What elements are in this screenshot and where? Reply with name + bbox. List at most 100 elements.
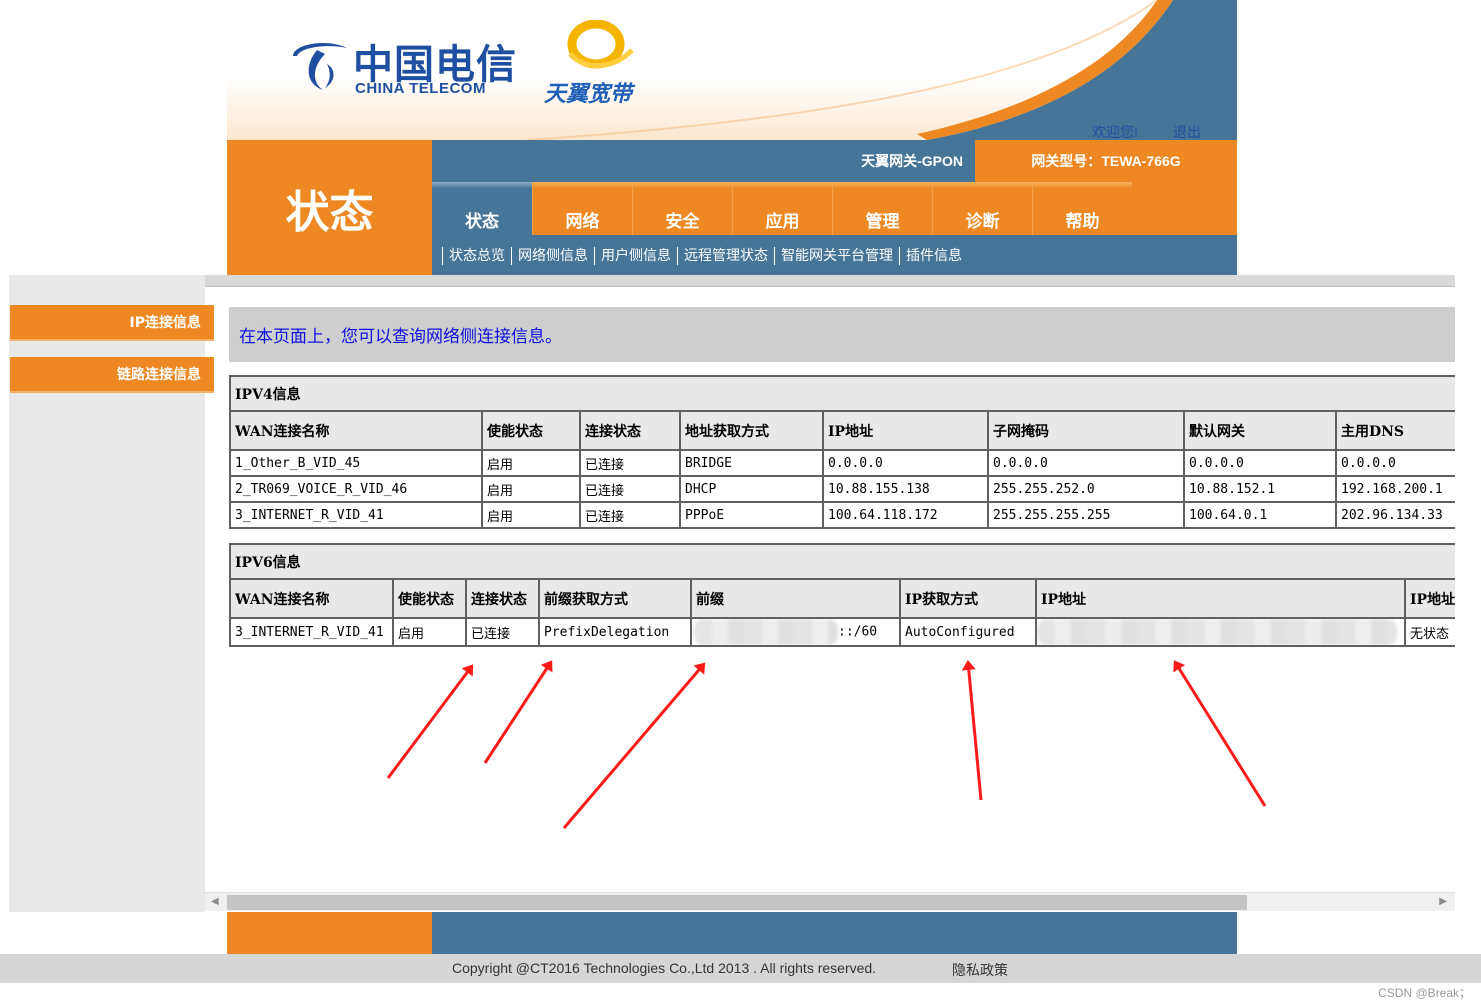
ipv4-table: WAN连接名称 使能状态 连接状态 地址获取方式 IP地址 子网掩码 默认网关 … (229, 412, 1455, 529)
table-cell: 启用 (481, 502, 581, 529)
subnav-smart-gateway-platform[interactable]: 智能网关平台管理 (774, 247, 899, 265)
gateway-name: 天翼网关-GPON (861, 153, 963, 169)
table-cell: AutoConfigured (899, 618, 1037, 647)
table-cell: 202.96.134.33 (1335, 502, 1455, 529)
table-cell: 已连接 (579, 450, 681, 477)
scrollbar-thumb[interactable] (227, 895, 1247, 910)
ipv6-title: IPV6信息 (229, 543, 1455, 580)
column-header: IP地址 (822, 412, 989, 451)
copyright-text: Copyright @CT2016 Technologies Co.,Ltd 2… (452, 960, 877, 976)
tab-diagnosis[interactable]: 诊断 (932, 182, 1032, 235)
column-header: 前缀获取方式 (538, 580, 692, 619)
table-cell: 0.0.0.0 (822, 450, 989, 477)
tab-management[interactable]: 管理 (832, 182, 932, 235)
page-title: 状态 (285, 186, 374, 238)
column-header: 默认网关 (1183, 412, 1337, 451)
gateway-model-box: 网关型号： TEWA-766G (975, 140, 1237, 182)
welcome-text: 欢迎您! (1092, 124, 1138, 140)
table-cell: 已连接 (579, 476, 681, 503)
column-header: 连接状态 (465, 580, 540, 619)
redacted-ip-address (1038, 619, 1397, 644)
table-row: 1_Other_B_VID_45 启用 已连接 BRIDGE 0.0.0.0 0… (229, 450, 1455, 477)
column-header: 地址获取方式 (679, 412, 824, 451)
sidebar-item-link-connection[interactable]: 链路连接信息 (10, 357, 214, 393)
csdn-watermark: CSDN @Break； (1378, 986, 1471, 1000)
nav-filler (1132, 182, 1237, 235)
table-cell: PPPoE (679, 502, 824, 529)
column-header: 子网掩码 (987, 412, 1185, 451)
arrow-to-enable-status (386, 664, 474, 779)
subnav-plugin-info[interactable]: 插件信息 (899, 247, 968, 265)
arrow-to-ip-method (961, 660, 983, 801)
header-banner: 中国电信 CHINA TELECOM 天翼宽带 欢迎您! 退出 (227, 0, 1237, 140)
column-header: WAN连接名称 (229, 580, 394, 619)
table-cell: 3_INTERNET_R_VID_41 (229, 502, 483, 529)
table-cell: 0.0.0.0 (1183, 450, 1337, 477)
footer: Copyright @CT2016 Technologies Co.,Ltd 2… (0, 954, 1481, 983)
ipv4-title: IPV4信息 (229, 375, 1455, 412)
tab-network[interactable]: 网络 (532, 182, 632, 235)
content-top-rule (205, 275, 1455, 287)
china-telecom-emblem-icon (293, 42, 347, 90)
arrow-to-ip-address (1173, 660, 1267, 807)
table-cell: 255.255.252.0 (987, 476, 1185, 503)
main-navigation: 天翼网关-GPON 网关型号： TEWA-766G 状态 网络 安全 应用 管理… (432, 140, 1237, 275)
ipv6-panel: IPV6信息 WAN连接名称 使能状态 连接状态 前缀获取方式 前缀 IP获取方… (229, 543, 1455, 647)
ipv6-header-row: WAN连接名称 使能状态 连接状态 前缀获取方式 前缀 IP获取方式 IP地址 … (229, 580, 1455, 619)
arrow-to-connection-status (483, 660, 553, 764)
subnav-user-side-info[interactable]: 用户侧信息 (594, 247, 677, 265)
product-name: 天翼宽带 (544, 82, 633, 107)
sub-navigation: 状态总览 网络侧信息 用户侧信息 远程管理状态 智能网关平台管理 插件信息 (442, 237, 968, 275)
table-row: 2_TR069_VOICE_R_VID_46 启用 已连接 DHCP 10.88… (229, 476, 1455, 503)
tab-bar: 状态 网络 安全 应用 管理 诊断 帮助 (432, 182, 1132, 235)
table-cell: 1_Other_B_VID_45 (229, 450, 483, 477)
tab-security[interactable]: 安全 (632, 182, 732, 235)
table-cell: 已连接 (465, 618, 540, 647)
tianyi-broadband-logo: 天翼宽带 (542, 20, 652, 107)
table-cell: 100.64.118.172 (822, 502, 989, 529)
table-cell: 0.0.0.0 (987, 450, 1185, 477)
column-header: 前缀 (690, 580, 901, 619)
ipv6-table: WAN连接名称 使能状态 连接状态 前缀获取方式 前缀 IP获取方式 IP地址 … (229, 580, 1455, 647)
table-cell: 10.88.155.138 (822, 476, 989, 503)
privacy-policy-link[interactable]: 隐私政策 (952, 960, 1008, 980)
horizontal-scrollbar[interactable]: ◀ ▶ (205, 892, 1455, 911)
tab-help[interactable]: 帮助 (1032, 182, 1132, 235)
sidebar-item-ip-connection[interactable]: IP连接信息 (10, 305, 214, 341)
table-cell: 已连接 (579, 502, 681, 529)
ip-address-cell (1035, 618, 1406, 647)
logout-link[interactable]: 退出 (1173, 122, 1201, 140)
subnav-remote-management-status[interactable]: 远程管理状态 (677, 247, 774, 265)
page-title-box: 状态 (227, 140, 432, 275)
column-header: 使能状态 (481, 412, 581, 451)
tab-application[interactable]: 应用 (732, 182, 832, 235)
table-cell: 启用 (392, 618, 467, 647)
prefix-suffix: ::/60 (838, 624, 878, 640)
ipv4-panel: IPV4信息 WAN连接名称 使能状态 连接状态 地址获取方式 IP地址 子网掩… (229, 375, 1455, 529)
scroll-right-arrow-icon[interactable]: ▶ (1439, 896, 1447, 907)
gateway-model-label: 网关型号： (1031, 153, 1102, 169)
table-cell: PrefixDelegation (538, 618, 692, 647)
gateway-model: TEWA-766G (1101, 153, 1181, 169)
ipv4-header-row: WAN连接名称 使能状态 连接状态 地址获取方式 IP地址 子网掩码 默认网关 … (229, 412, 1455, 451)
table-cell: 255.255.255.255 (987, 502, 1185, 529)
table-cell: 启用 (481, 476, 581, 503)
footer-bar (227, 912, 1237, 954)
table-cell: 无状态 (1404, 618, 1455, 647)
column-header: WAN连接名称 (229, 412, 483, 451)
subnav-network-side-info[interactable]: 网络侧信息 (511, 247, 594, 265)
table-row: 3_INTERNET_R_VID_41 启用 已连接 PrefixDelegat… (229, 618, 1455, 647)
column-header: IP地址 (1404, 580, 1455, 619)
scroll-left-arrow-icon[interactable]: ◀ (211, 896, 219, 907)
column-header: 使能状态 (392, 580, 467, 619)
table-cell: DHCP (679, 476, 824, 503)
redacted-prefix (694, 619, 838, 644)
table-cell: 2_TR069_VOICE_R_VID_46 (229, 476, 483, 503)
footer-bar-accent (227, 912, 432, 954)
table-cell: 10.88.152.1 (1183, 476, 1337, 503)
subnav-status-overview[interactable]: 状态总览 (442, 247, 511, 265)
tab-status[interactable]: 状态 (432, 182, 532, 235)
table-cell: 启用 (481, 450, 581, 477)
column-header: 主用DNS (1335, 412, 1455, 451)
brand-en: CHINA TELECOM (355, 80, 486, 97)
